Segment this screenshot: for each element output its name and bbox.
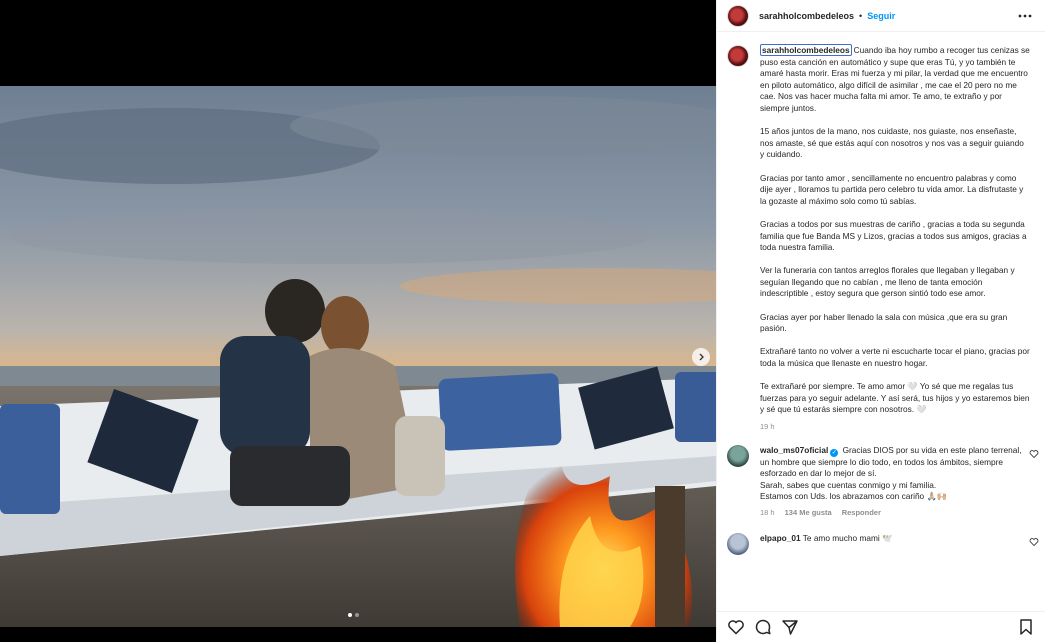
heart-icon[interactable]: [1029, 449, 1039, 459]
post-media: [0, 0, 716, 642]
next-slide-button[interactable]: [692, 348, 710, 366]
action-bar: [717, 611, 1045, 642]
slide-dot: [355, 613, 359, 617]
caption-paragraph: Te extrañaré por siempre. Te amo amor 🤍 …: [760, 381, 1030, 415]
verified-icon: ✓: [830, 448, 839, 457]
comment-text: Estamos con Uds. los abrazamos con cariñ…: [760, 491, 948, 502]
arrow-right-icon: [699, 353, 704, 361]
avatar[interactable]: [727, 444, 749, 467]
avatar[interactable]: [727, 45, 749, 67]
avatar[interactable]: [727, 532, 749, 555]
comment: walo_ms07oficial ✓ Gracias DIOS por su vi…: [717, 444, 1045, 519]
comment-username[interactable]: walo_ms07oficial: [760, 445, 828, 455]
post-panel: sarahholcombedeleos • Seguir sarahholcom…: [716, 0, 1045, 642]
caption: sarahholcombedeleos Cuando iba hoy rumbo …: [717, 33, 1045, 431]
post-time: 19 h: [760, 421, 775, 431]
comment-text: Te amo mucho mami 🕊️: [802, 532, 893, 543]
comments-scroll[interactable]: sarahholcombedeleos Cuando iba hoy rumbo …: [717, 33, 1045, 611]
slide-dot: [348, 613, 352, 617]
comment-text: Sarah, sabes que cuentas conmigo y mi fa…: [760, 479, 937, 490]
follow-button[interactable]: Seguir: [867, 11, 895, 21]
caption-paragraph: Gracias ayer por haber llenado la sala c…: [760, 311, 1008, 334]
caption-text: sarahholcombedeleos Cuando iba hoy rumbo …: [760, 44, 1030, 416]
comment-icon[interactable]: [754, 618, 772, 636]
post-header: sarahholcombedeleos • Seguir: [717, 0, 1045, 32]
separator: •: [859, 10, 863, 21]
caption-username[interactable]: sarahholcombedeleos: [760, 44, 852, 56]
caption-paragraph: Gracias a todos por sus muestras de cari…: [760, 218, 1027, 253]
heart-icon[interactable]: [1029, 537, 1039, 547]
comment-time: 18 h: [760, 507, 775, 517]
post-photo: [0, 86, 716, 627]
author-username[interactable]: sarahholcombedeleos: [759, 11, 854, 21]
caption-paragraph: Gracias por tanto amor , sencillamente n…: [760, 172, 1024, 206]
caption-paragraph: 15 años juntos de la mano, nos cuidaste,…: [760, 126, 1024, 160]
bookmark-icon[interactable]: [1017, 618, 1035, 636]
more-icon[interactable]: [1017, 8, 1033, 24]
reply-button[interactable]: Responder: [842, 507, 881, 519]
comment: elpapo_01 Te amo mucho mami 🕊️: [717, 532, 1045, 555]
comment-likes[interactable]: 134 Me gusta: [785, 507, 832, 519]
share-icon[interactable]: [781, 618, 799, 636]
avatar[interactable]: [727, 4, 749, 27]
caption-paragraph: Ver la funeraria con tantos arreglos flo…: [760, 265, 1015, 299]
caption-paragraph: Extrañaré tanto no volver a verte ni esc…: [760, 346, 1030, 369]
heart-icon[interactable]: [727, 618, 745, 636]
slide-indicator: [348, 613, 359, 617]
comment-username[interactable]: elpapo_01: [760, 533, 801, 543]
